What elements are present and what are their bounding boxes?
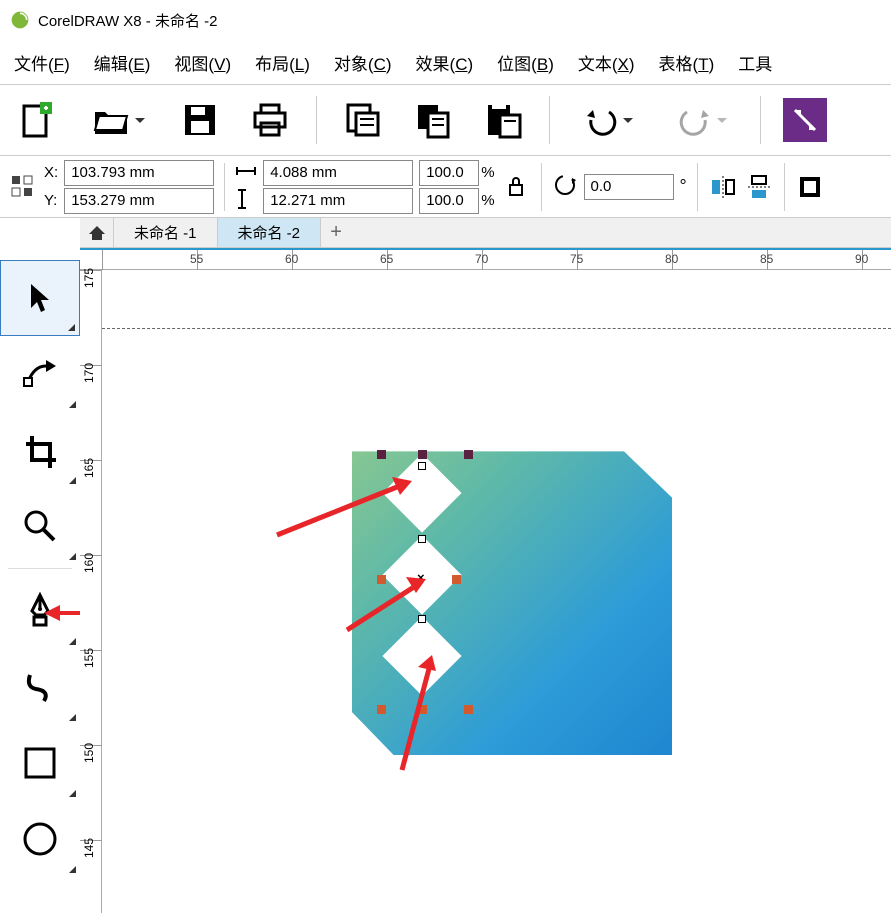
- lock-ratio-button[interactable]: [501, 172, 531, 202]
- node-handle[interactable]: [418, 535, 426, 543]
- pen-tool[interactable]: [0, 573, 80, 649]
- selection-handle[interactable]: [464, 705, 473, 714]
- chevron-down-icon: [623, 118, 633, 123]
- tab-doc-2[interactable]: 未命名 -2: [218, 218, 322, 247]
- y-position-input[interactable]: [64, 188, 214, 214]
- main-toolbar: [0, 84, 891, 156]
- cut-button[interactable]: [339, 96, 387, 144]
- percent-label: %: [481, 192, 494, 209]
- rotate-icon: [552, 172, 578, 201]
- menu-file[interactable]: 文件(F): [14, 50, 70, 75]
- ellipse-tool[interactable]: [0, 801, 80, 877]
- shape-tool[interactable]: [0, 336, 80, 412]
- menu-layout[interactable]: 布局(L): [255, 50, 310, 75]
- menu-table[interactable]: 表格(T): [659, 50, 715, 75]
- print-button[interactable]: [246, 96, 294, 144]
- selection-handle[interactable]: [377, 575, 386, 584]
- x-label: X:: [44, 164, 58, 181]
- menu-object[interactable]: 对象(C): [334, 50, 392, 75]
- selected-artwork[interactable]: ×: [352, 425, 672, 755]
- x-position-input[interactable]: [64, 160, 214, 186]
- zoom-tool[interactable]: [0, 488, 80, 564]
- new-doc-button[interactable]: [12, 96, 60, 144]
- save-button[interactable]: [176, 96, 224, 144]
- selection-handle[interactable]: [377, 450, 386, 459]
- width-icon: [235, 164, 257, 181]
- app-logo-icon: [10, 10, 30, 30]
- redo-button[interactable]: [666, 102, 738, 138]
- rotation-input[interactable]: [584, 174, 674, 200]
- menubar: 文件(F) 编辑(E) 视图(V) 布局(L) 对象(C) 效果(C) 位图(B…: [0, 40, 891, 84]
- degree-icon: °: [680, 176, 687, 197]
- scale-y-input[interactable]: [419, 188, 479, 214]
- selection-handle[interactable]: [452, 575, 461, 584]
- horizontal-ruler[interactable]: 55 60 65 70 75 80 85 90: [80, 248, 891, 270]
- selection-handle[interactable]: [377, 705, 386, 714]
- canvas[interactable]: ×: [102, 270, 891, 913]
- pick-tool[interactable]: [0, 260, 80, 336]
- paste-button[interactable]: [479, 96, 527, 144]
- rectangle-tool[interactable]: [0, 725, 80, 801]
- copy-button[interactable]: [409, 96, 457, 144]
- height-icon: [235, 188, 257, 213]
- height-input[interactable]: [263, 188, 413, 214]
- selection-handle[interactable]: [418, 705, 427, 714]
- tab-strip: 未命名 -1 未命名 -2 +: [80, 218, 891, 248]
- tab-home-button[interactable]: [80, 218, 114, 247]
- scale-x-input[interactable]: [419, 160, 479, 186]
- more-options-button[interactable]: [795, 172, 825, 202]
- selection-handle[interactable]: [418, 450, 427, 459]
- app-title: CorelDRAW X8 - 未命名 -2: [38, 10, 217, 31]
- freehand-tool[interactable]: [0, 649, 80, 725]
- width-input[interactable]: [263, 160, 413, 186]
- selection-handle[interactable]: [464, 450, 473, 459]
- open-button[interactable]: [82, 102, 154, 138]
- node-handle[interactable]: [418, 615, 426, 623]
- titlebar: CorelDRAW X8 - 未命名 -2: [0, 0, 891, 40]
- center-marker: ×: [417, 570, 425, 585]
- property-bar: X: Y: % % °: [0, 156, 891, 218]
- y-label: Y:: [44, 192, 58, 209]
- node-handle[interactable]: [418, 462, 426, 470]
- crop-tool[interactable]: [0, 412, 80, 488]
- mirror-h-button[interactable]: [708, 172, 738, 202]
- percent-label: %: [481, 164, 494, 181]
- toolbox: [0, 260, 80, 877]
- tab-add-button[interactable]: +: [321, 218, 351, 247]
- menu-edit[interactable]: 编辑(E): [94, 50, 151, 75]
- workspace: 未命名 -1 未命名 -2 +: [0, 218, 891, 913]
- chevron-down-icon: [135, 118, 145, 123]
- guideline[interactable]: [102, 328, 891, 329]
- mirror-v-button[interactable]: [744, 172, 774, 202]
- undo-button[interactable]: [572, 102, 644, 138]
- menu-effects[interactable]: 效果(C): [416, 50, 474, 75]
- origin-grid-icon[interactable]: [8, 172, 38, 202]
- tab-doc-1[interactable]: 未命名 -1: [114, 218, 218, 247]
- menu-tools[interactable]: 工具: [738, 50, 772, 75]
- menu-view[interactable]: 视图(V): [174, 50, 231, 75]
- menu-bitmap[interactable]: 位图(B): [497, 50, 554, 75]
- chevron-down-icon: [717, 118, 727, 123]
- publish-button[interactable]: [783, 98, 827, 142]
- menu-text[interactable]: 文本(X): [578, 50, 635, 75]
- vertical-ruler[interactable]: 175 170 165 160 155 150 145: [80, 270, 102, 913]
